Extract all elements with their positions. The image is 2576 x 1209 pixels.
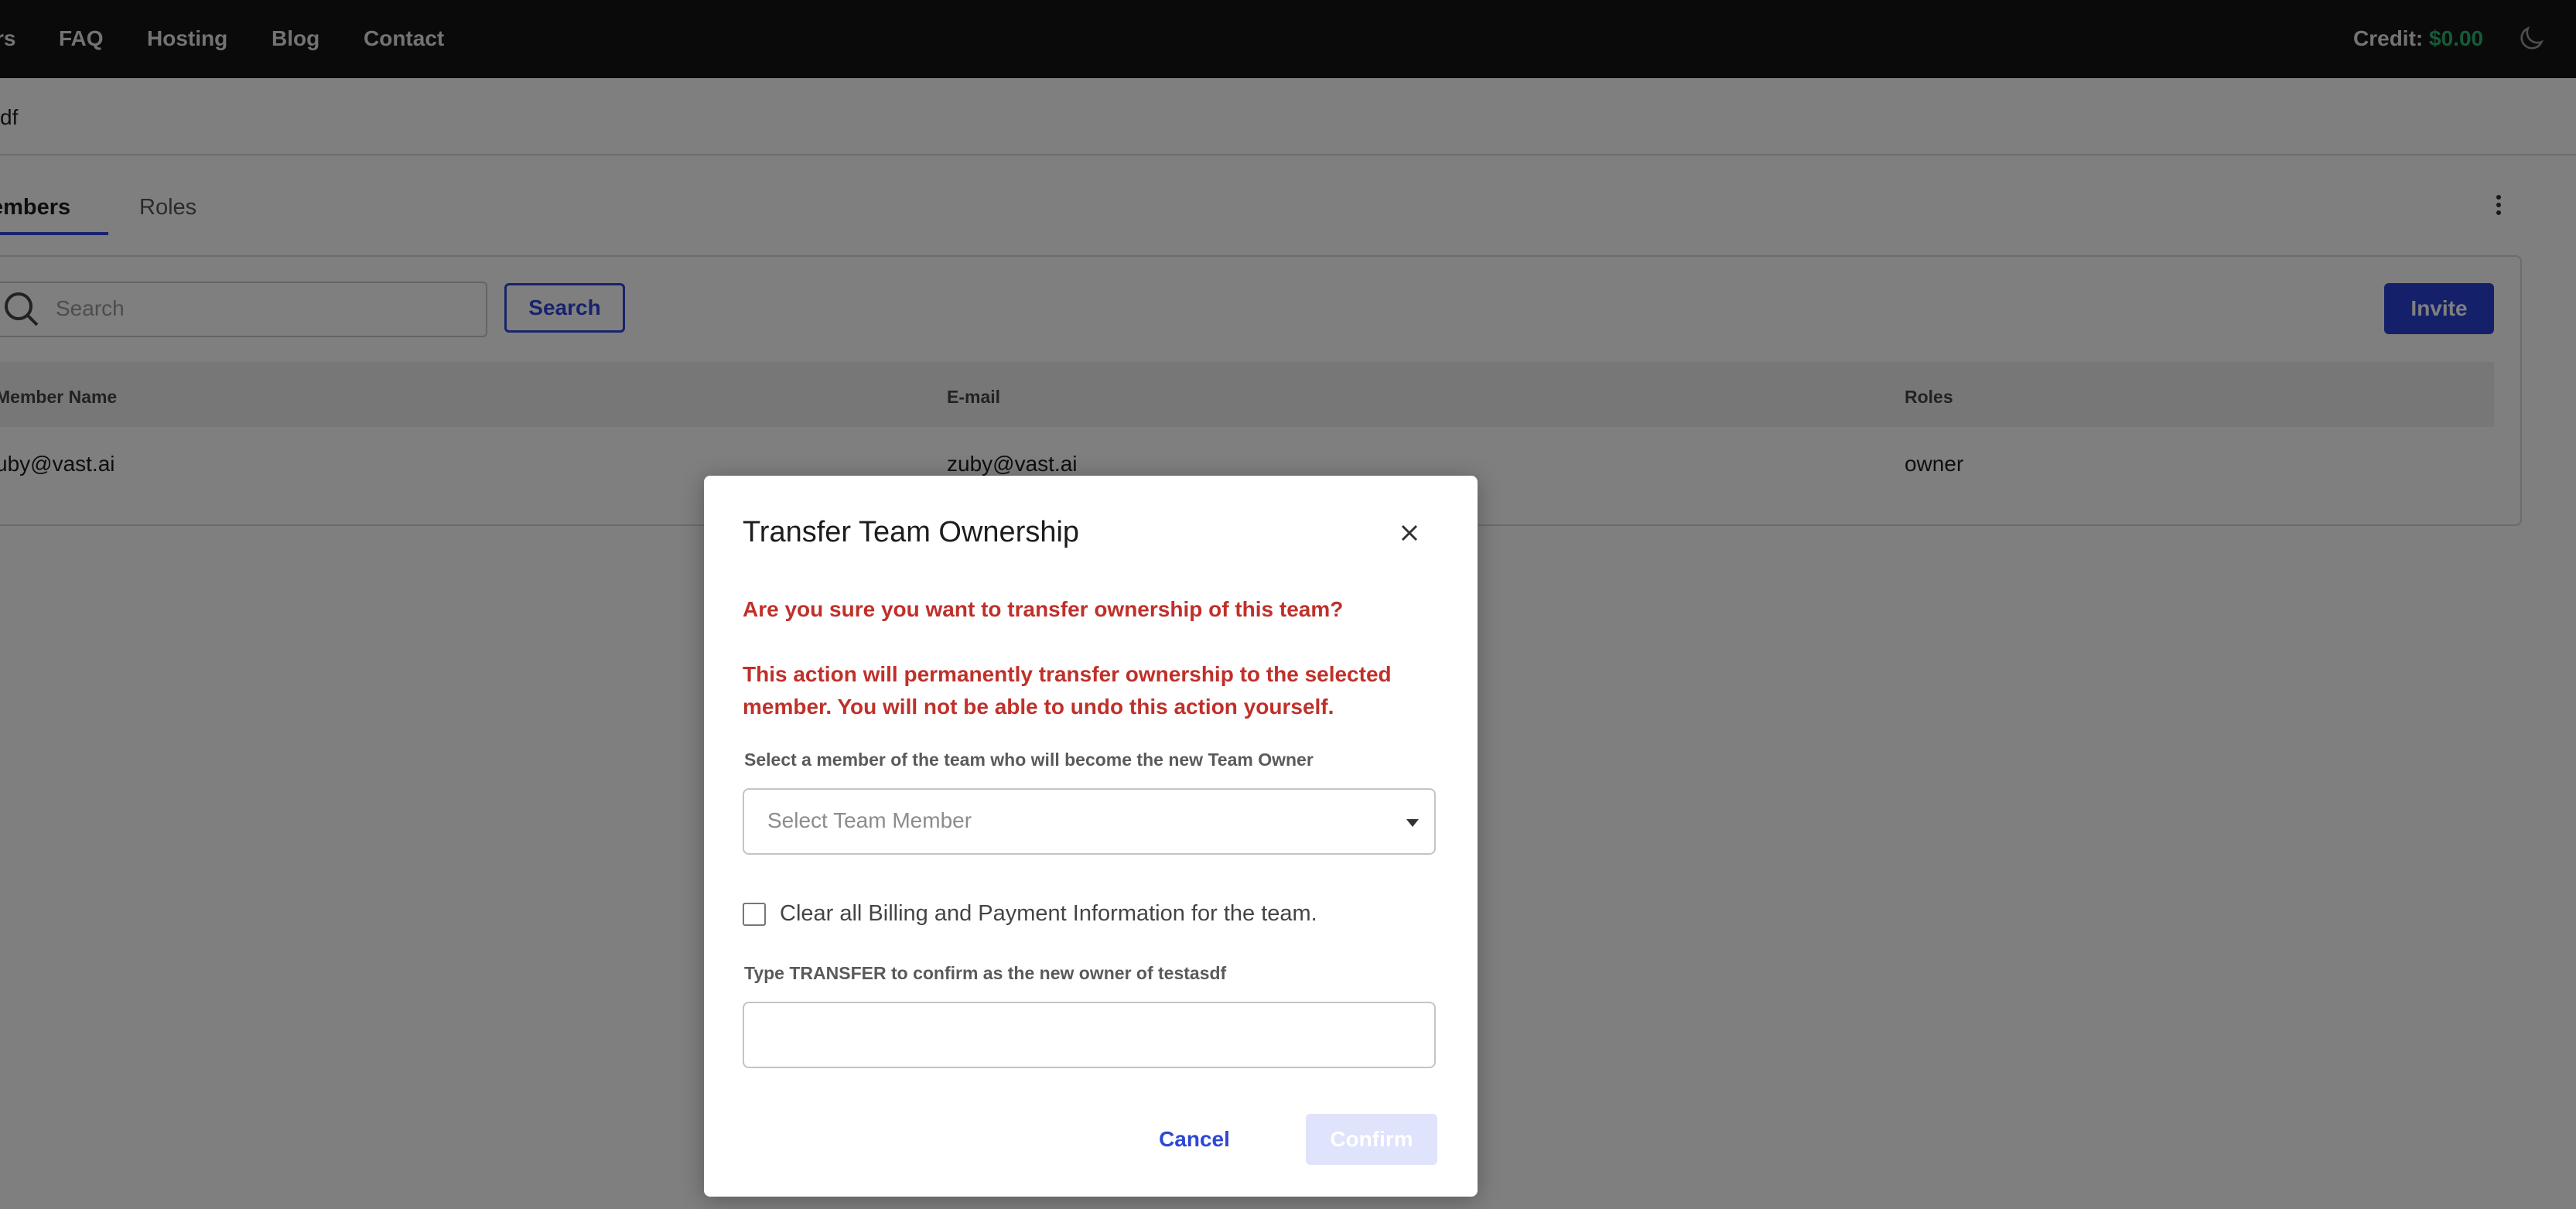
confirm-transfer-input[interactable]	[743, 1002, 1436, 1068]
clear-billing-checkbox[interactable]	[743, 903, 766, 926]
dialog-title: Transfer Team Ownership	[743, 516, 1080, 548]
select-member-label: Select a member of the team who will bec…	[744, 750, 1314, 770]
clear-billing-label[interactable]: Clear all Billing and Payment Informatio…	[780, 901, 1317, 927]
confirm-transfer-label: Type TRANSFER to confirm as the new owne…	[744, 963, 1227, 983]
select-placeholder: Select Team Member	[767, 808, 972, 832]
chevron-down-icon	[1406, 819, 1419, 827]
warning-question: Are you sure you want to transfer owners…	[743, 597, 1344, 621]
warning-permanent: This action will permanently transfer ow…	[743, 662, 1392, 719]
confirm-button[interactable]: Confirm	[1306, 1114, 1437, 1165]
close-icon[interactable]	[1396, 519, 1423, 547]
cancel-button[interactable]: Cancel	[1134, 1115, 1255, 1164]
team-member-select[interactable]: Select Team Member	[743, 788, 1436, 855]
transfer-ownership-dialog: Transfer Team Ownership Are you sure you…	[704, 476, 1478, 1197]
